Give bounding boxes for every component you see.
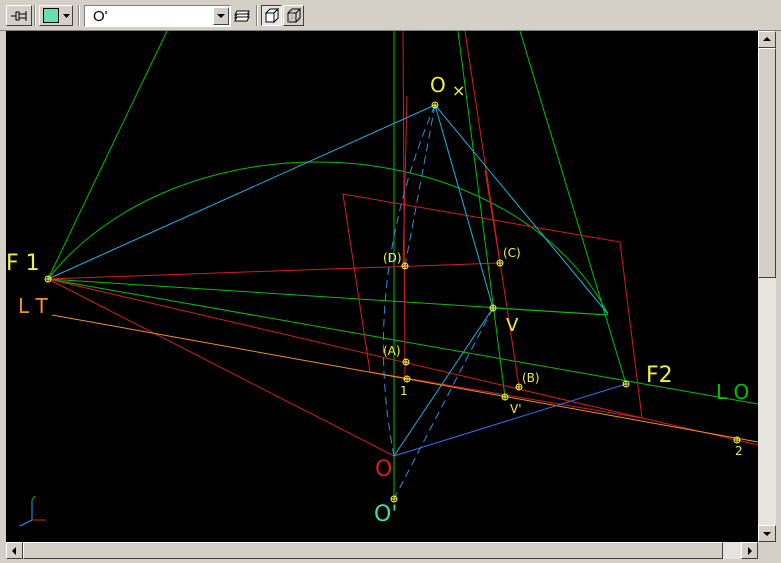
- cyan-lines: [47, 104, 609, 457]
- toolbar: O': [0, 0, 781, 31]
- label-b: (B): [522, 371, 540, 385]
- point-f2[interactable]: [622, 380, 630, 388]
- labels: O × F 1 (D) (C) V (A) 1 (B) F2 V' 2: [6, 73, 743, 458]
- layers-button[interactable]: [231, 5, 253, 26]
- label-lo: L O: [716, 380, 749, 404]
- toolbar-separator: [34, 5, 36, 26]
- scrollbar-corner: [758, 542, 776, 559]
- toolbar-separator: [78, 5, 80, 26]
- pin-icon: [11, 10, 27, 21]
- wireframe-view-button[interactable]: [283, 5, 304, 26]
- window-frame: [0, 559, 781, 563]
- chevron-down-icon: [217, 14, 225, 18]
- point-ox[interactable]: [431, 101, 439, 109]
- point-2[interactable]: [733, 436, 741, 444]
- arrow-up-icon: [763, 37, 771, 41]
- point-vprime[interactable]: [501, 393, 509, 401]
- label-vprime: V': [510, 402, 522, 416]
- horizontal-scroll-thumb[interactable]: [23, 542, 723, 559]
- arrow-right-icon: [748, 547, 752, 555]
- vertical-scroll-thumb[interactable]: [758, 48, 776, 278]
- pin-button[interactable]: [6, 5, 32, 26]
- wireframe-cube-icon: [287, 8, 301, 22]
- point-d[interactable]: [401, 262, 409, 270]
- point-v[interactable]: [489, 304, 497, 312]
- view-select[interactable]: O': [84, 5, 231, 27]
- label-d: (D): [383, 251, 402, 265]
- points: [44, 101, 741, 503]
- chevron-down-icon: [62, 13, 70, 18]
- point-c[interactable]: [496, 259, 504, 267]
- scroll-up-button[interactable]: [758, 31, 776, 48]
- label-a: (A): [383, 344, 401, 358]
- scroll-down-button[interactable]: [758, 525, 776, 542]
- blue-line: [393, 383, 627, 457]
- drawing-canvas[interactable]: O × F 1 (D) (C) V (A) 1 (B) F2 V' 2 L T …: [6, 31, 758, 542]
- label-2: 2: [735, 444, 743, 458]
- circle-arc: [47, 161, 609, 315]
- window-frame: [776, 31, 781, 563]
- point-a[interactable]: [402, 358, 410, 366]
- shaded-view-button[interactable]: [261, 5, 282, 26]
- drawing-svg[interactable]: O × F 1 (D) (C) V (A) 1 (B) F2 V' 2 L T …: [6, 31, 758, 542]
- label-oprime: O': [374, 502, 397, 527]
- color-swatch-icon: [42, 8, 59, 23]
- point-1[interactable]: [403, 375, 411, 383]
- vertical-scrollbar[interactable]: [758, 31, 776, 542]
- arrow-down-icon: [763, 532, 771, 536]
- label-f2: F2: [646, 363, 673, 388]
- scroll-left-button[interactable]: [6, 542, 23, 559]
- arrow-left-icon: [12, 547, 16, 555]
- horizontal-scrollbar[interactable]: [6, 542, 758, 559]
- color-picker-button[interactable]: [39, 5, 73, 26]
- label-f1: F 1: [6, 251, 40, 276]
- label-c: (C): [503, 246, 521, 260]
- label-v: V: [506, 315, 519, 336]
- label-lt: L T: [18, 294, 49, 318]
- scroll-right-button[interactable]: [741, 542, 758, 559]
- point-f1[interactable]: [44, 275, 52, 283]
- layers-icon: [234, 10, 250, 21]
- label-ox: O: [430, 73, 446, 97]
- label-o: O: [375, 457, 392, 482]
- toolbar-separator: [256, 5, 258, 26]
- view-select-value: O': [93, 8, 108, 25]
- view-select-dropdown-button[interactable]: [213, 7, 229, 25]
- label-1: 1: [400, 384, 408, 398]
- cube-view-icon: [264, 7, 279, 23]
- axis-triad-icon: [19, 495, 46, 527]
- label-ox-mark: ×: [452, 81, 465, 100]
